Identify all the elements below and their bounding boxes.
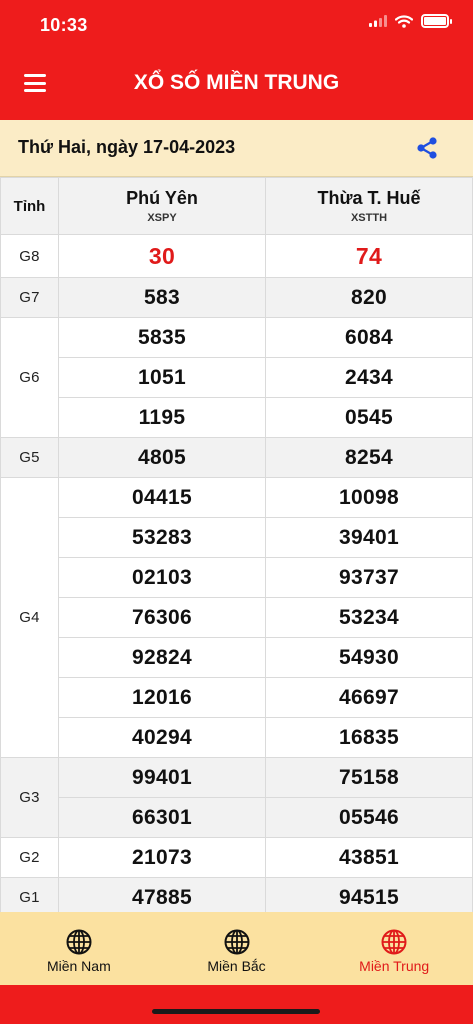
prize-row-g4: 12016 46697 (1, 677, 473, 718)
app-header: 10:33 XỔ SỐ MIỀN TRUNG (0, 0, 473, 120)
prize-label: G5 (0, 437, 59, 478)
status-time: 10:33 (40, 15, 88, 35)
prize-label: G2 (0, 837, 59, 878)
bottom-bar (0, 985, 473, 1024)
prize-number: 5835 (58, 317, 266, 358)
prize-row-g4: 92824 54930 (1, 637, 473, 678)
prize-number: 02103 (58, 557, 266, 598)
globe-icon (381, 929, 407, 955)
share-icon[interactable] (415, 136, 439, 160)
prize-number: 4805 (58, 437, 266, 478)
prize-row-g3: 66301 05546 (1, 797, 473, 838)
tab-mien-trung[interactable]: Miền Trung (315, 912, 473, 985)
prize-row-g4: 02103 93737 (1, 557, 473, 598)
prize-row-g6: 1195 0545 (1, 397, 473, 438)
wifi-icon (395, 14, 413, 28)
table-header-row: Tỉnh Phú Yên XSPY Thừa T. Huế XSTTH (0, 177, 473, 235)
prize-label: G8 (0, 234, 59, 278)
prize-number: 10098 (265, 477, 473, 518)
prize-label: G7 (0, 277, 59, 318)
prize-number: 05546 (265, 797, 473, 838)
prize-row-g5: G5 4805 8254 (0, 437, 473, 478)
province-label-header: Tỉnh (0, 177, 59, 235)
prize-number: 66301 (58, 797, 266, 838)
signal-icon (369, 15, 387, 27)
prize-number: 12016 (58, 677, 266, 718)
prize-number: 16835 (265, 717, 473, 758)
prize-row-g6: G6 5835 6084 (0, 317, 473, 438)
prize-row-g3: G3 99401 75158 (0, 757, 473, 838)
prize-number: 04415 (58, 477, 266, 518)
prize-number: 2434 (265, 357, 473, 398)
prize-number: 76306 (58, 597, 266, 638)
status-icons (369, 14, 452, 28)
prize-row-g2: G2 21073 43851 (0, 837, 473, 878)
home-indicator[interactable] (152, 1009, 320, 1014)
prize-row-g7: G7 583 820 (0, 277, 473, 318)
results-table: Tỉnh Phú Yên XSPY Thừa T. Huế XSTTH G8 3… (0, 177, 473, 918)
prize-number: 74 (265, 234, 473, 278)
prize-number: 46697 (265, 677, 473, 718)
province-header-phu-yen: Phú Yên XSPY (58, 177, 266, 235)
tab-mien-nam[interactable]: Miền Nam (0, 912, 158, 985)
prize-label: G6 (0, 317, 59, 438)
prize-number: 99401 (58, 757, 266, 798)
prize-number: 8254 (265, 437, 473, 478)
prize-number: 43851 (265, 837, 473, 878)
prize-number: 6084 (265, 317, 473, 358)
prize-label: G3 (0, 757, 59, 838)
prize-number: 93737 (265, 557, 473, 598)
prize-row-g6: 1051 2434 (1, 357, 473, 398)
globe-icon (66, 929, 92, 955)
prize-number: 75158 (265, 757, 473, 798)
prize-row-g4: 76306 53234 (1, 597, 473, 638)
bottom-tab-bar: Miền Nam Miền Bắc Miền Trung (0, 912, 473, 985)
prize-number: 53283 (58, 517, 266, 558)
province-header-thua-thien-hue: Thừa T. Huế XSTTH (265, 177, 473, 235)
date-bar: Thứ Hai, ngày 17-04-2023 (0, 120, 473, 177)
province-name: Phú Yên (126, 188, 198, 208)
province-code: XSPY (147, 212, 177, 224)
prize-number: 54930 (265, 637, 473, 678)
tab-label: Miền Nam (46, 958, 111, 974)
prize-label: G4 (0, 477, 59, 758)
tab-label: Miền Trung (359, 958, 430, 974)
prize-row-g4: 53283 39401 (1, 517, 473, 558)
battery-icon (421, 14, 452, 28)
prize-number: 53234 (265, 597, 473, 638)
prize-number: 39401 (265, 517, 473, 558)
prize-number: 583 (58, 277, 266, 318)
globe-icon (224, 929, 249, 955)
prize-row-g4: 40294 16835 (1, 717, 473, 758)
province-name: Thừa T. Huế (317, 188, 421, 208)
prize-number: 30 (58, 234, 266, 278)
prize-number: 21073 (58, 837, 266, 878)
prize-number: 1051 (58, 357, 266, 398)
prize-row-g8: G8 30 74 (0, 234, 473, 278)
draw-date: Thứ Hai, ngày 17-04-2023 (18, 137, 236, 157)
tab-mien-bac[interactable]: Miền Bắc (158, 912, 316, 985)
prize-number: 0545 (265, 397, 473, 438)
tab-label: Miền Bắc (207, 958, 266, 974)
prize-number: 820 (265, 277, 473, 318)
prize-number: 92824 (58, 637, 266, 678)
province-code: XSTTH (350, 212, 388, 224)
prize-number: 40294 (58, 717, 266, 758)
prize-row-g4: G4 04415 10098 (0, 477, 473, 758)
prize-number: 1195 (58, 397, 266, 438)
page-title: XỔ SỐ MIỀN TRUNG (133, 71, 340, 94)
